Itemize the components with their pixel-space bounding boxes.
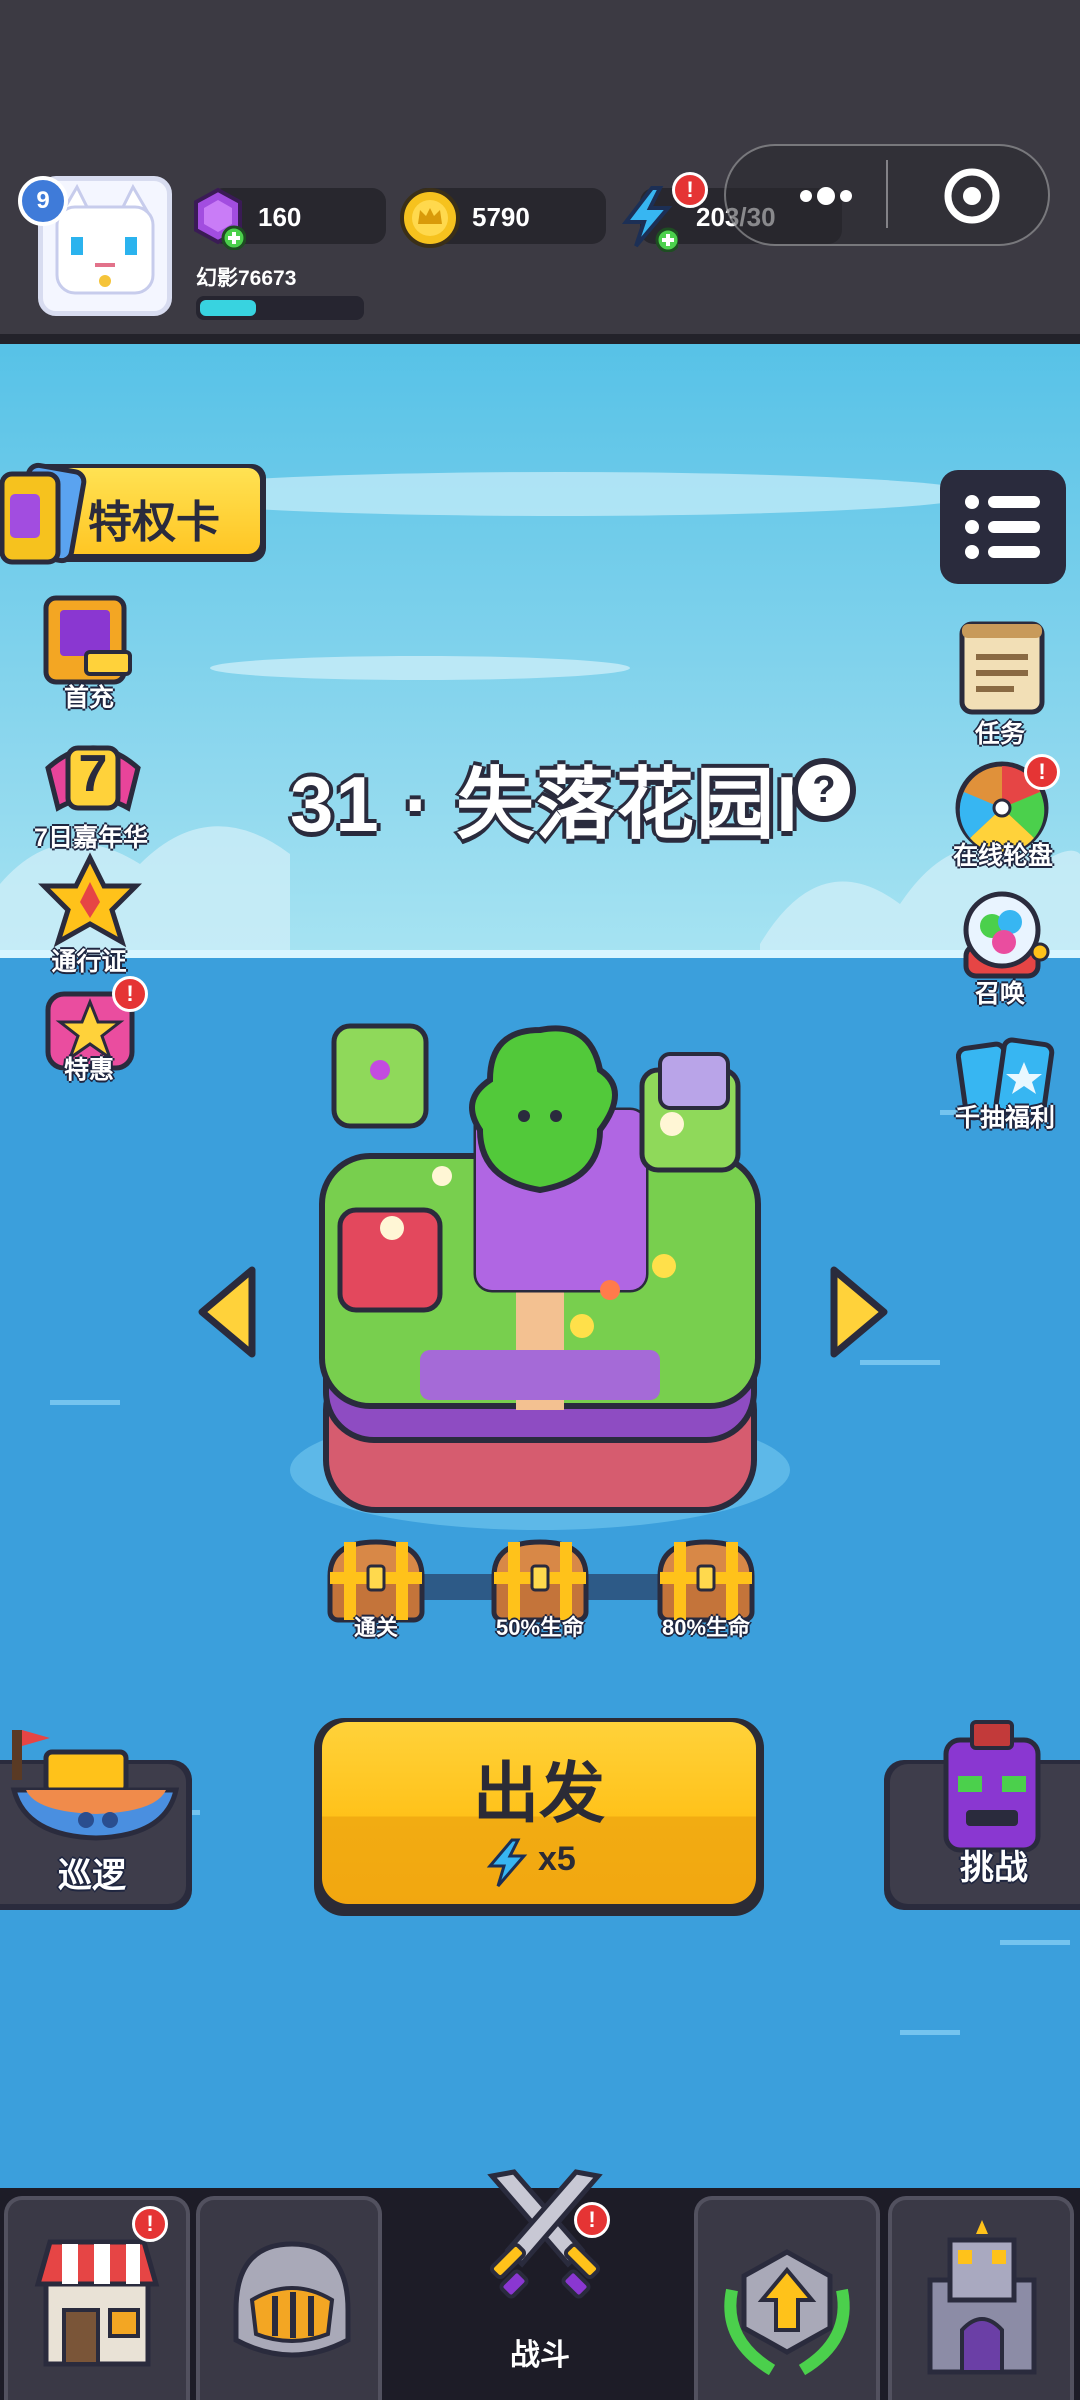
shop-icon [34, 2239, 160, 2367]
lightning-icon [486, 1838, 528, 1887]
nav-shop[interactable]: ! [4, 2196, 190, 2400]
lightning-icon [621, 186, 678, 252]
demon-totem-icon [943, 1720, 1041, 1853]
chest-50-life[interactable]: 50%生命 [460, 1536, 620, 1646]
nav-battle-label: 战斗 [510, 2339, 570, 2372]
summon-button[interactable]: 召唤 [930, 886, 1070, 1008]
helmet-icon [233, 2241, 351, 2358]
special-offer-alert-badge: ! [112, 976, 148, 1012]
chest-clear-label: 通关 [353, 1615, 398, 1640]
challenge-label: 挑战 [960, 1849, 1028, 1887]
online-wheel-label: 在线轮盘 [952, 842, 1053, 870]
carnival-button[interactable]: 7 7日嘉年华 [24, 728, 158, 852]
more-dots-icon [800, 187, 852, 205]
top-bar-edge [0, 334, 1080, 344]
level-badge: 9 [18, 176, 68, 226]
carnival-label: 7日嘉年华 [34, 824, 148, 852]
chest-80-life-label: 80%生命 [661, 1615, 751, 1640]
capsule-divider [886, 160, 888, 228]
treasure-book-icon [43, 595, 132, 685]
ship-icon [10, 1730, 180, 1841]
energy-alert-badge: ! [672, 172, 708, 208]
xp-bar-fill [200, 300, 256, 316]
pass-crown-icon [38, 852, 142, 948]
previous-stage-button[interactable] [196, 1264, 260, 1360]
shop-alert-badge: ! [132, 2206, 168, 2242]
chevron-left-icon [198, 1266, 256, 1358]
nav-heroes[interactable] [196, 2196, 382, 2400]
draw-bonus-label: 千抽福利 [954, 1104, 1055, 1132]
tasks-label: 任务 [974, 720, 1025, 748]
stage-help-button[interactable]: ? [792, 758, 856, 822]
summon-label: 召唤 [974, 980, 1025, 1008]
chevron-right-icon [830, 1266, 888, 1358]
chest-clear[interactable]: 通关 [296, 1536, 456, 1646]
battle-pass-label: 通行证 [51, 948, 127, 976]
main-menu-button[interactable] [940, 470, 1066, 584]
coins-value: 5790 [472, 202, 530, 232]
nav-castle[interactable] [888, 2196, 1074, 2400]
battle-pass-button[interactable]: 通行证 [24, 852, 154, 976]
menu-list-icon [965, 495, 1040, 559]
special-offer-button[interactable]: 特惠 ! [24, 976, 154, 1098]
clouds [0, 472, 1080, 964]
lost-garden-island [290, 1023, 790, 1530]
scroll-icon [959, 621, 1045, 715]
cards-icon [0, 462, 87, 565]
first-recharge-button[interactable]: 首充 [24, 590, 154, 712]
more-button[interactable] [770, 168, 882, 224]
go-button-label: 出发 [473, 1756, 605, 1830]
target-close-icon [944, 168, 1000, 224]
tasks-button[interactable]: 任务 [930, 618, 1070, 748]
patrol-label: 巡逻 [58, 1857, 126, 1895]
upgrade-icon [724, 2249, 850, 2376]
player-name: 幻影76673 [196, 267, 297, 290]
gems-value: 160 [258, 202, 302, 232]
first-recharge-label: 首充 [63, 684, 114, 712]
privilege-card-label: 特权卡 [88, 498, 220, 547]
close-button[interactable] [936, 166, 1008, 226]
draw-bonus-button[interactable]: 千抽福利 [930, 1032, 1080, 1154]
challenge-button[interactable]: 挑战 [884, 1716, 1080, 1912]
gem-icon [194, 187, 246, 250]
privilege-card-button[interactable]: 特权卡 [0, 460, 270, 570]
chest-50-life-label: 50%生命 [495, 1615, 585, 1640]
nav-upgrade[interactable] [694, 2196, 880, 2400]
next-stage-button[interactable] [826, 1264, 890, 1360]
online-wheel-button[interactable]: 在线轮盘 ! [930, 752, 1076, 878]
special-offer-label: 特惠 [63, 1056, 114, 1084]
go-energy-cost: x5 [538, 1840, 576, 1878]
carnival-day-number: 7 [78, 745, 108, 803]
coin-icon [400, 188, 460, 248]
stage-title: 31 · 失落花园I [290, 760, 800, 848]
patrol-button[interactable]: 巡逻 [0, 1720, 194, 1912]
wheel-alert-badge: ! [1024, 754, 1060, 790]
castle-icon [927, 2220, 1037, 2375]
summon-orb-icon [963, 891, 1050, 979]
battle-alert-badge: ! [574, 2202, 610, 2238]
chest-80-life[interactable]: 80%生命 [626, 1536, 786, 1646]
